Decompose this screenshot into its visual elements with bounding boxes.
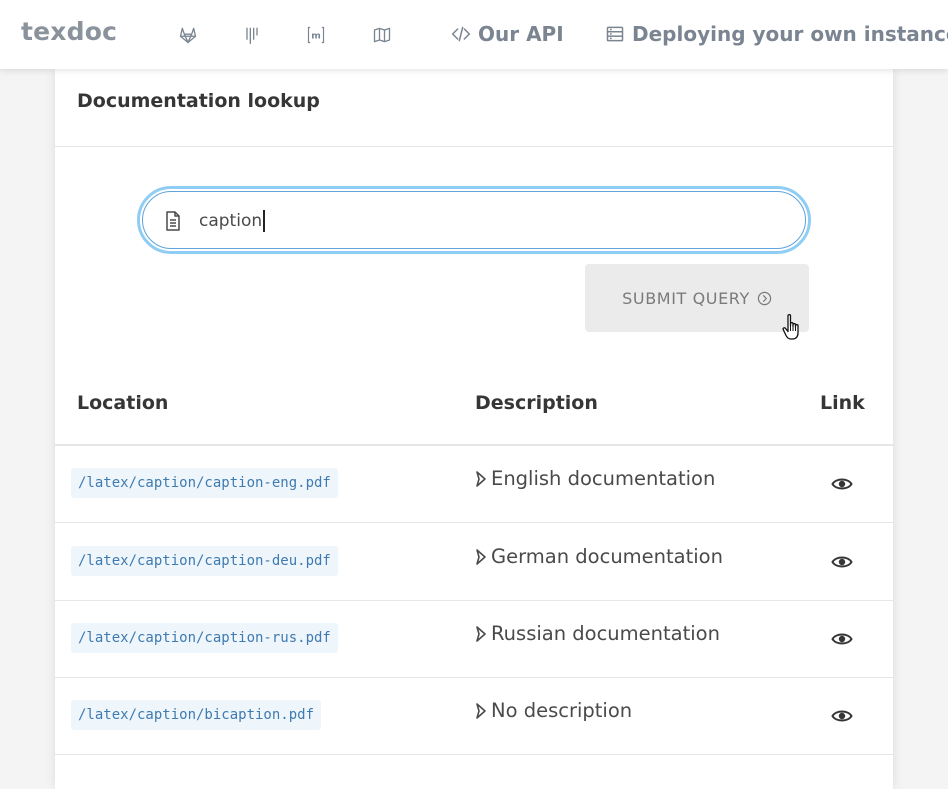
description-toggle[interactable]: German documentation xyxy=(473,545,723,568)
nav-link-deploy[interactable]: Deploying your own instance xyxy=(605,20,948,48)
description-toggle[interactable]: Russian documentation xyxy=(473,622,720,645)
description-text: English documentation xyxy=(491,467,716,490)
search-input[interactable]: caption xyxy=(199,207,265,235)
search-input-value: caption xyxy=(199,211,263,231)
eye-icon[interactable] xyxy=(831,630,853,648)
navbar: texdoc m Our API Deploying your own inst… xyxy=(0,0,948,69)
description-text: No description xyxy=(491,699,633,722)
card-title: Documentation lookup xyxy=(77,90,320,112)
eye-icon[interactable] xyxy=(831,707,853,725)
location-path: /latex/caption/bicaption.pdf xyxy=(71,700,322,730)
svg-text:m: m xyxy=(311,30,321,41)
brand-logo[interactable]: texdoc xyxy=(21,17,117,46)
ctan-icon[interactable] xyxy=(241,24,263,46)
code-icon xyxy=(451,26,471,42)
nav-link-deploy-label: Deploying your own instance xyxy=(632,22,948,46)
map-icon[interactable] xyxy=(371,24,393,46)
column-header-location: Location xyxy=(77,392,169,414)
card-header: Documentation lookup xyxy=(55,69,893,147)
table-row: /latex/caption/caption-eng.pdf English d… xyxy=(55,446,893,523)
table-row: /latex/caption/bicaption.pdf No descript… xyxy=(55,678,893,755)
table-row: /latex/caption/caption-deu.pdf German do… xyxy=(55,524,893,601)
server-icon xyxy=(606,26,624,42)
document-icon xyxy=(166,211,180,231)
matrix-icon[interactable]: m xyxy=(305,24,327,46)
nav-link-api[interactable]: Our API xyxy=(451,20,564,48)
description-toggle[interactable]: No description xyxy=(473,699,632,722)
nav-link-api-label: Our API xyxy=(478,22,564,46)
location-path: /latex/caption/caption-eng.pdf xyxy=(71,468,338,498)
table-row: /latex/caption/caption-rus.pdf Russian d… xyxy=(55,601,893,678)
search-field[interactable]: caption xyxy=(137,186,811,254)
gitlab-icon[interactable] xyxy=(177,24,199,46)
chevron-right-icon xyxy=(476,702,486,719)
eye-icon[interactable] xyxy=(831,475,853,493)
submit-query-button[interactable]: SUBMIT QUERY xyxy=(585,264,809,332)
description-text: German documentation xyxy=(491,545,723,568)
column-header-link: Link xyxy=(820,392,865,414)
chevron-right-icon xyxy=(476,625,486,642)
description-text: Russian documentation xyxy=(491,622,720,645)
column-header-description: Description xyxy=(475,392,598,414)
chevron-right-icon xyxy=(476,548,486,565)
arrow-circle-right-icon xyxy=(757,291,772,305)
text-caret xyxy=(263,210,265,232)
hand-cursor-icon xyxy=(782,314,799,340)
submit-query-label: SUBMIT QUERY xyxy=(622,288,750,308)
chevron-right-icon xyxy=(476,470,486,487)
search-input-box[interactable]: caption xyxy=(142,191,806,249)
lookup-card: Documentation lookup caption SUBMIT QUER… xyxy=(55,69,893,789)
eye-icon[interactable] xyxy=(831,553,853,571)
description-toggle[interactable]: English documentation xyxy=(473,467,715,490)
location-path: /latex/caption/caption-rus.pdf xyxy=(71,623,338,653)
location-path: /latex/caption/caption-deu.pdf xyxy=(71,546,338,576)
